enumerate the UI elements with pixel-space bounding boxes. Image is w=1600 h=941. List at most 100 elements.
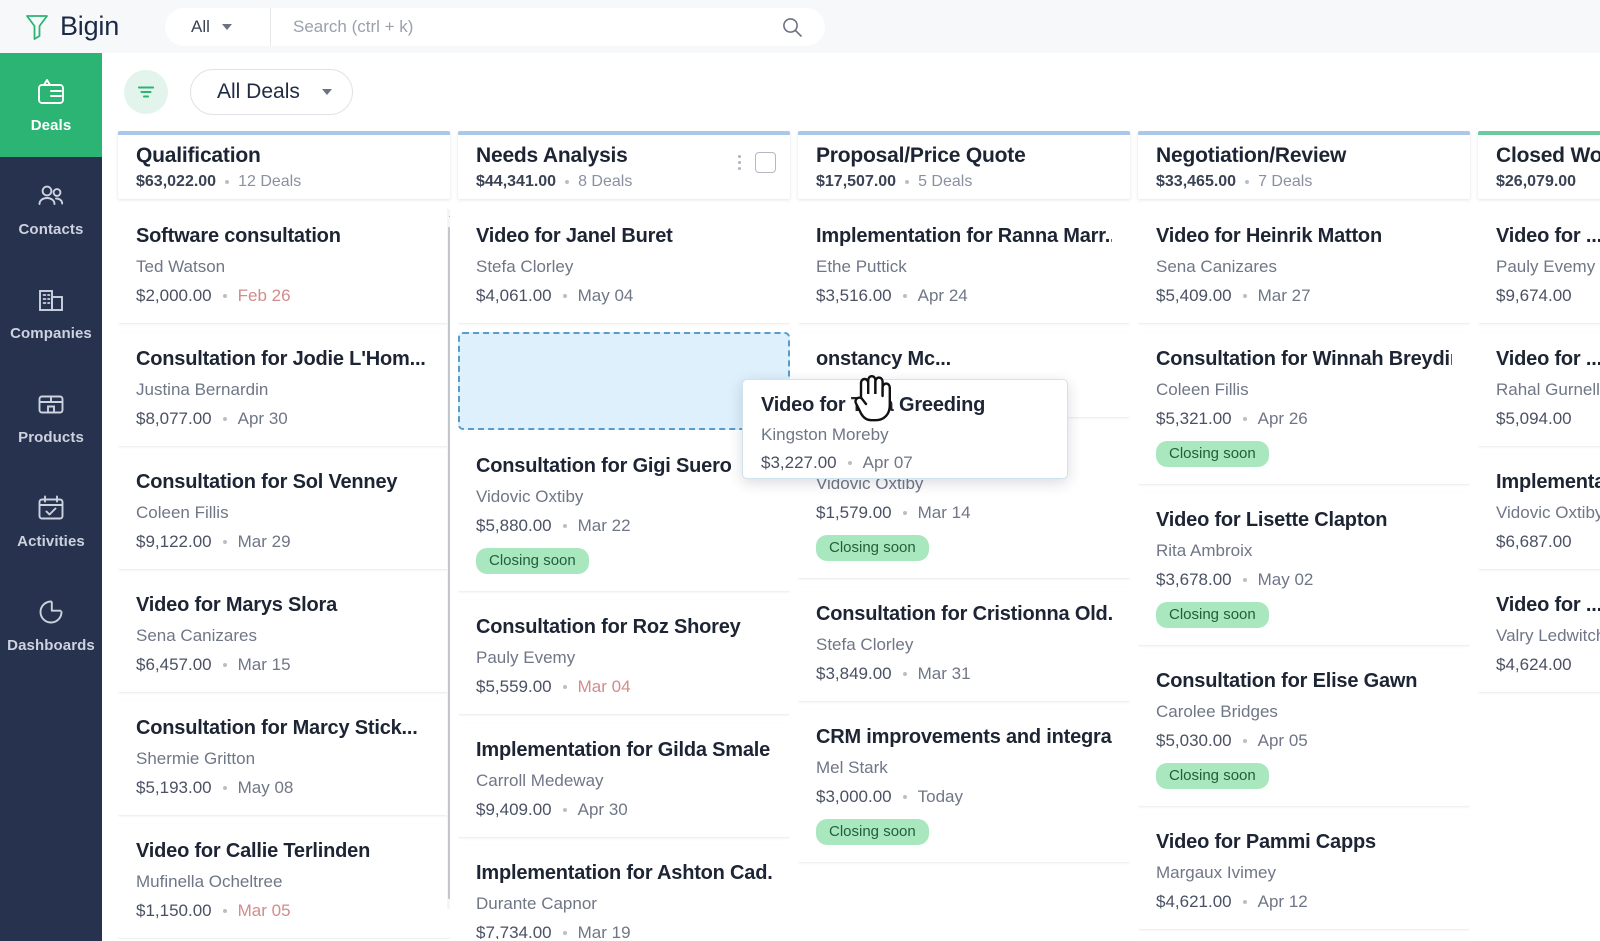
status-badge: Closing soon bbox=[816, 535, 929, 561]
card-title: Consultation for Winnah Breydin bbox=[1156, 348, 1452, 370]
separator-dot bbox=[1242, 900, 1247, 904]
card-close-date: Apr 24 bbox=[917, 286, 968, 305]
card-date: Apr 07 bbox=[862, 453, 913, 472]
card-close-date: Apr 12 bbox=[1257, 892, 1308, 911]
deal-card[interactable]: Implementation ... Vidovic Oxtiby $6,687.0… bbox=[1478, 455, 1600, 569]
sidebar-item-products[interactable]: Products bbox=[0, 365, 102, 469]
drag-ghost-card[interactable]: Video for T…a Greeding Kingston Moreby $… bbox=[742, 379, 1068, 479]
brand[interactable]: Bigin bbox=[0, 11, 165, 42]
deal-card[interactable]: Software consultation Ted Watson $2,000.00… bbox=[118, 209, 450, 323]
card-amount: $8,077.00 bbox=[136, 409, 212, 428]
scrollbar-thumb[interactable] bbox=[448, 227, 450, 899]
deal-card[interactable]: CRM improvements and integra... Mel Stark… bbox=[798, 710, 1130, 862]
deal-card[interactable]: Video for Marys Slora Sena Canizares $6,45… bbox=[118, 578, 450, 692]
sidebar-item-label: Companies bbox=[10, 325, 92, 342]
card-close-date: Mar 29 bbox=[237, 532, 291, 551]
deal-card[interactable]: Video for Lisette Clapton Rita Ambroix $3,… bbox=[1138, 493, 1470, 645]
deal-card[interactable]: Consultation for Elise Gawn Carolee Bridg… bbox=[1138, 654, 1470, 806]
deal-card[interactable]: Video for ... Pauly Evemy $9,674.00 bbox=[1478, 209, 1600, 323]
deal-card[interactable]: Implementation for Ashton Cad... Durante … bbox=[458, 846, 790, 939]
sidebar-item-contacts[interactable]: Contacts bbox=[0, 157, 102, 261]
view-selector[interactable]: All Deals bbox=[190, 69, 353, 115]
deal-card[interactable]: Implementation for Gilda Smale Carroll Me… bbox=[458, 723, 790, 837]
separator-dot bbox=[222, 417, 227, 421]
deal-card[interactable]: Consultation for Gigi Suero Vidovic Oxtib… bbox=[458, 439, 790, 591]
more-options-icon[interactable] bbox=[738, 155, 741, 170]
deal-card[interactable]: Consultation for Winnah Breydin Coleen Fi… bbox=[1138, 332, 1470, 484]
sidebar-item-label: Dashboards bbox=[7, 637, 95, 654]
deal-card[interactable]: Video for Janel Buret Stefa Clorley $4,061… bbox=[458, 209, 790, 323]
scroll-up-arrow-icon[interactable] bbox=[449, 211, 450, 217]
card-title: Consultation for Marcy Stick... bbox=[136, 717, 418, 739]
column-total-amount: $63,022.00 bbox=[136, 173, 217, 190]
card-close-date: Apr 05 bbox=[1257, 731, 1308, 750]
card-title: Video for Callie Terlinden bbox=[136, 840, 371, 862]
search-scope-dropdown[interactable]: All bbox=[165, 7, 271, 46]
card-close-date: Mar 15 bbox=[237, 655, 291, 674]
deal-card[interactable]: Consultation for Sol Venney Coleen Fillis… bbox=[118, 455, 450, 569]
separator-dot bbox=[1242, 578, 1247, 582]
column-title: Needs Analysis bbox=[476, 144, 628, 167]
kanban-column: Qualification $63,022.00 12 Deals Software … bbox=[118, 131, 450, 941]
card-meta: $6,457.00 Mar 15 bbox=[136, 655, 432, 675]
card-meta: $4,061.00 May 04 bbox=[476, 286, 772, 306]
search-icon[interactable] bbox=[781, 16, 803, 38]
status-badge: Closing soon bbox=[1156, 441, 1269, 467]
card-close-date: Mar 14 bbox=[917, 503, 971, 522]
column-header: Closed Won $26,079.00 bbox=[1478, 131, 1600, 199]
card-title: Consultation for Cristionna Old... bbox=[816, 603, 1112, 625]
column-scrollbar[interactable] bbox=[447, 209, 450, 909]
filter-button[interactable] bbox=[124, 70, 168, 114]
card-amount: $1,150.00 bbox=[136, 901, 212, 920]
deal-card[interactable]: Consultation for Cristionna Old... Stefa … bbox=[798, 587, 1130, 701]
search-input[interactable]: Search (ctrl + k) bbox=[271, 16, 825, 38]
separator-dot bbox=[902, 511, 907, 515]
kanban-column: Proposal/Price Quote $17,507.00 5 Deals Imp… bbox=[798, 131, 1130, 941]
card-amount: $3,000.00 bbox=[816, 787, 892, 806]
column-select-checkbox[interactable] bbox=[755, 152, 776, 173]
sidebar-item-deals[interactable]: Deals bbox=[0, 53, 102, 157]
card-contact: Stefa Clorley bbox=[816, 635, 914, 654]
products-icon bbox=[35, 388, 67, 420]
card-contact: Stefa Clorley bbox=[476, 257, 574, 276]
deal-card[interactable]: Video for Pammi Capps Margaux Ivimey $4,62… bbox=[1138, 815, 1470, 929]
column-title: Proposal/Price Quote bbox=[816, 144, 1026, 167]
column-header: Needs Analysis $44,341.00 8 Deals bbox=[458, 131, 790, 199]
sidebar-item-label: Contacts bbox=[18, 221, 84, 238]
deal-card[interactable]: Video for Heinrik Matton Sena Canizares $5… bbox=[1138, 209, 1470, 323]
card-close-date: May 08 bbox=[237, 778, 294, 797]
deal-card[interactable]: Video for ... Rahal Gurnell $5,094.00 bbox=[1478, 332, 1600, 446]
column-title: Closed Won bbox=[1496, 144, 1600, 167]
card-contact: Justina Bernardin bbox=[136, 380, 269, 399]
sidebar-item-activities[interactable]: Activities bbox=[0, 469, 102, 573]
deal-card[interactable]: Video for ... Valry Ledwitch $4,624.00 bbox=[1478, 578, 1600, 692]
chevron-down-icon bbox=[321, 89, 332, 95]
companies-icon bbox=[35, 284, 67, 316]
card-close-date: Today bbox=[917, 787, 964, 806]
card-close-date: May 02 bbox=[1257, 570, 1314, 589]
deal-card[interactable]: Video for Callie Terlinden Mufinella Oche… bbox=[118, 824, 450, 938]
deal-card[interactable]: Implementation for Ranna Marr... Ethe Put… bbox=[798, 209, 1130, 323]
card-title: Software consultation bbox=[136, 225, 341, 247]
column-deal-count: 7 Deals bbox=[1258, 173, 1313, 190]
sidebar-item-companies[interactable]: Companies bbox=[0, 261, 102, 365]
card-meta: $9,674.00 bbox=[1496, 286, 1600, 306]
sidebar-item-dashboards[interactable]: Dashboards bbox=[0, 573, 102, 677]
card-contact: Rahal Gurnell bbox=[1496, 380, 1600, 399]
card-title: Video for ... bbox=[1496, 225, 1600, 247]
deal-card[interactable]: Consultation for Roz Shorey Pauly Evemy $5… bbox=[458, 600, 790, 714]
deal-card[interactable]: Consultation for Marcy Stick... Shermie G… bbox=[118, 701, 450, 815]
column-header: Qualification $63,022.00 12 Deals bbox=[118, 131, 450, 199]
column-total-amount: $17,507.00 bbox=[816, 173, 897, 190]
card-contact: Ethe Puttick bbox=[816, 257, 907, 276]
column-total-amount: $44,341.00 bbox=[476, 173, 557, 190]
card-title: Implementation ... bbox=[1496, 471, 1600, 493]
deal-card[interactable]: Consultation for Jodie L'Hom... Justina B… bbox=[118, 332, 450, 446]
kanban-column: Negotiation/Review $33,465.00 7 Deals Video… bbox=[1138, 131, 1470, 941]
card-close-date: Apr 26 bbox=[1257, 409, 1308, 428]
deal-card[interactable]: Video for Faustine PraterVidovic Oxtiby bbox=[1138, 938, 1470, 939]
card-amount: $5,193.00 bbox=[136, 778, 212, 797]
card-title: CRM improvements and integra... bbox=[816, 726, 1112, 748]
separator-dot bbox=[902, 294, 907, 298]
sidebar-item-label: Deals bbox=[30, 117, 72, 134]
